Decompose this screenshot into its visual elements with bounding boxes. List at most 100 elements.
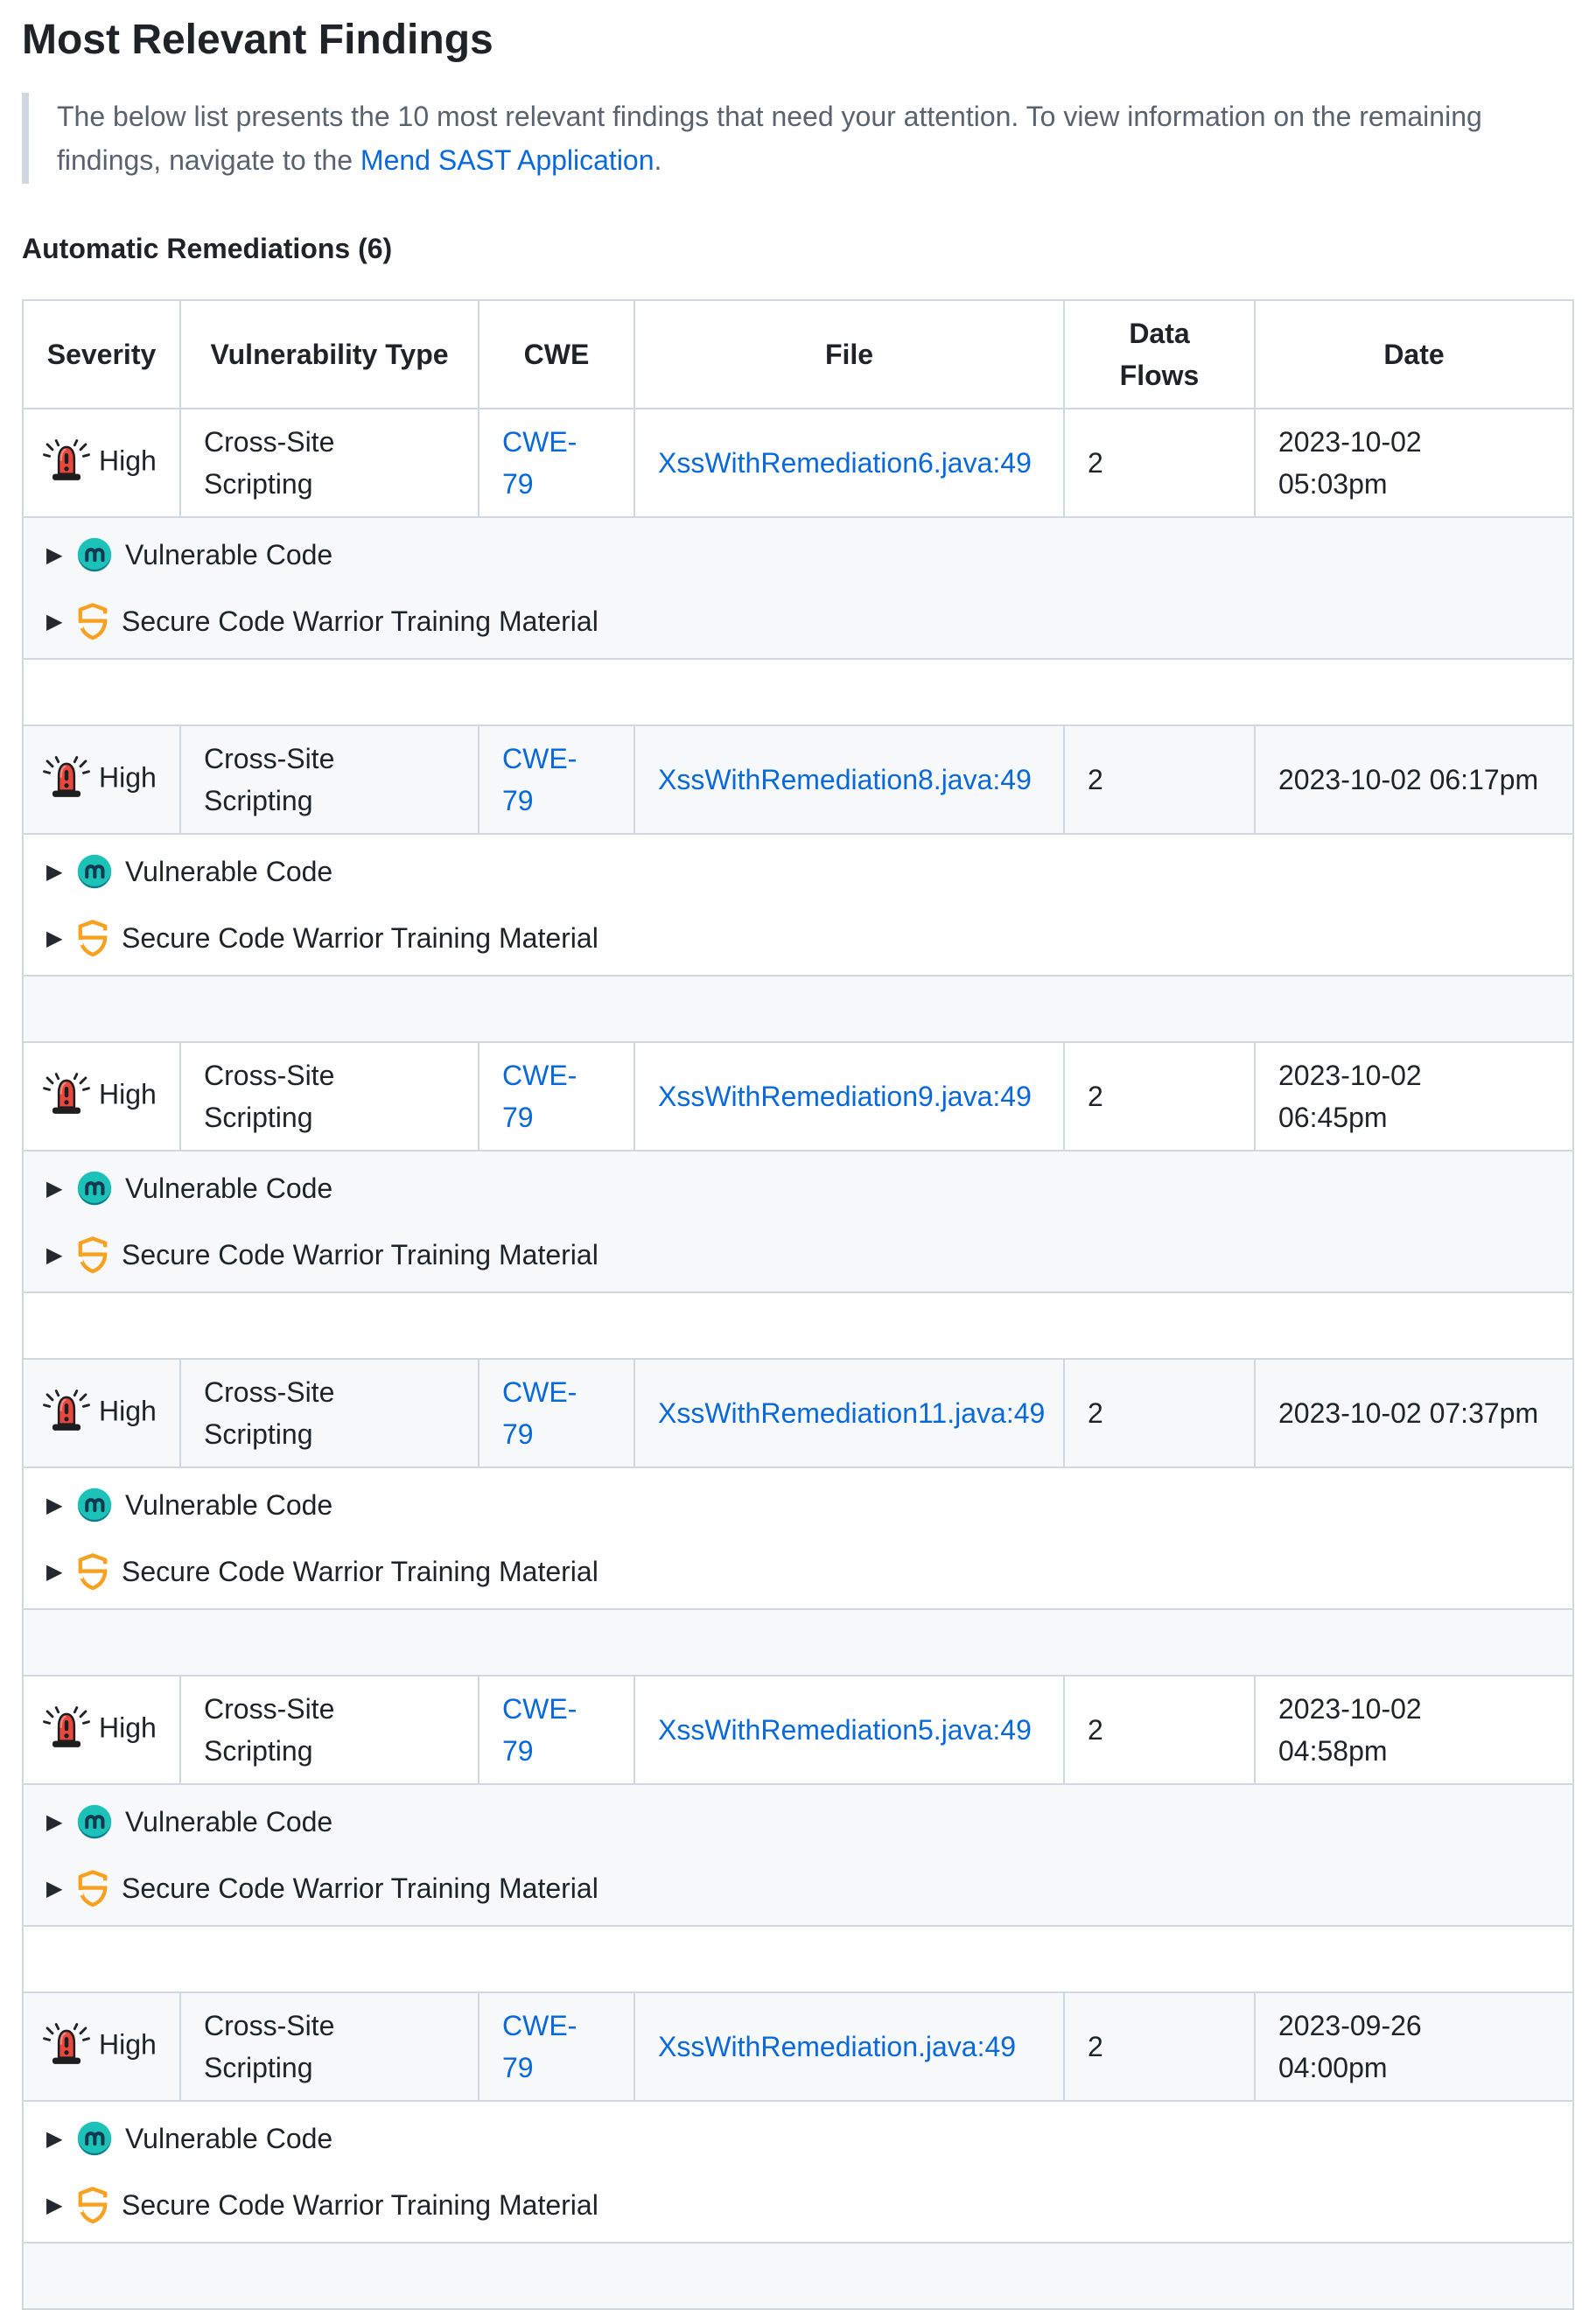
section-heading: Automatic Remediations (6) [22,228,1574,270]
scw-training-details[interactable]: ▶ Secure Code Warrior Training Material [46,2180,1550,2230]
vulnerable-code-label: Vulnerable Code [125,534,332,576]
disclosure-triangle-icon: ▶ [46,1234,76,1276]
cwe-link[interactable]: CWE- 79 [502,426,577,500]
file-link[interactable]: XssWithRemediation5.java:49 [658,1714,1032,1746]
column-header-file: File [634,300,1064,409]
finding-row: High Cross-Site Scripting CWE- 79 XssWit… [23,1042,1573,1151]
severity-cell: High [23,1676,180,1784]
scw-training-label: Secure Code Warrior Training Material [122,2184,598,2226]
vulnerable-code-details[interactable]: ▶Vulnerable Code [46,530,1550,579]
finding-details-row: ▶Vulnerable Code ▶ Secure Code Warrior Tr… [23,1151,1573,1292]
scw-training-label: Secure Code Warrior Training Material [122,917,598,959]
scw-shield-icon [76,602,109,640]
vulnerable-code-details[interactable]: ▶Vulnerable Code [46,847,1550,896]
file-link[interactable]: XssWithRemediation.java:49 [658,2031,1016,2062]
cwe-cell: CWE- 79 [479,725,634,834]
scw-training-details[interactable]: ▶ Secure Code Warrior Training Material [46,1230,1550,1279]
finding-details-row: ▶Vulnerable Code ▶Secure Code Warrior Tr… [23,1784,1573,1926]
scw-shield-icon [76,1869,109,1908]
disclosure-triangle-icon: ▶ [46,2184,76,2226]
vulnerable-code-label: Vulnerable Code [125,1167,332,1209]
date-cell: 2023-10-02 05:03pm [1255,409,1573,517]
mend-logo-icon [76,1803,113,1840]
note-text-after: . [654,144,662,176]
vulnerable-code-details[interactable]: ▶Vulnerable Code [46,1164,1550,1213]
high-severity-icon [43,756,90,803]
disclosure-triangle-icon: ▶ [46,1550,76,1592]
vulnerable-code-label: Vulnerable Code [125,1801,332,1843]
high-severity-icon [43,1706,90,1754]
severity-label: High [99,761,157,793]
scw-training-details[interactable]: ▶Secure Code Warrior Training Material [46,1547,1550,1596]
vulnerable-code-details[interactable]: ▶ Vulnerable Code [46,2114,1550,2163]
severity-cell: High [23,725,180,834]
disclosure-triangle-icon: ▶ [46,2118,76,2160]
finding-row: High Cross-Site Scripting CWE- 79 XssWit… [23,725,1573,834]
severity-label: High [99,1395,157,1426]
vulnerable-code-details[interactable]: ▶ Vulnerable Code [46,1480,1550,1530]
data-flows-cell: 2 [1064,1042,1255,1151]
high-severity-icon [43,1390,90,1437]
spacer-row [23,1926,1573,1992]
column-header-type: Vulnerability Type [180,300,479,409]
finding-details-row: ▶Vulnerable Code ▶ Secure Code Warrior Tr… [23,834,1573,976]
finding-row: High Cross-Site Scripting CWE- 79 XssWit… [23,1992,1573,2101]
column-header-data-flows: Data Flows [1064,300,1255,409]
file-link[interactable]: XssWithRemediation8.java:49 [658,764,1032,795]
scw-training-details[interactable]: ▶ Secure Code Warrior Training Material [46,914,1550,962]
table-header-row: Severity Vulnerability Type CWE File Dat… [23,300,1573,409]
column-header-cwe: CWE [479,300,634,409]
file-cell: XssWithRemediation9.java:49 [634,1042,1064,1151]
vulnerability-type-cell: Cross-Site Scripting [180,1992,479,2101]
date-cell: 2023-10-02 06:45pm [1255,1042,1573,1151]
disclosure-triangle-icon: ▶ [46,850,76,892]
vulnerable-code-label: Vulnerable Code [125,1484,332,1526]
scw-training-details[interactable]: ▶Secure Code Warrior Training Material [46,597,1550,646]
mend-logo-icon [76,1170,113,1207]
scw-shield-icon [76,919,109,957]
cwe-cell: CWE- 79 [479,1042,634,1151]
disclosure-triangle-icon: ▶ [46,1484,76,1526]
vulnerable-code-label: Vulnerable Code [125,2118,332,2160]
file-link[interactable]: XssWithRemediation9.java:49 [658,1081,1032,1112]
file-cell: XssWithRemediation.java:49 [634,1992,1064,2101]
mend-logo-icon [76,853,113,890]
spacer-row [23,2243,1573,2309]
file-link[interactable]: XssWithRemediation6.java:49 [658,447,1032,479]
severity-label: High [99,1078,157,1110]
vulnerability-type-cell: Cross-Site Scripting [180,1042,479,1151]
data-flows-cell: 2 [1064,1676,1255,1784]
data-flows-cell: 2 [1064,725,1255,834]
findings-table: Severity Vulnerability Type CWE File Dat… [22,299,1574,2310]
mend-logo-icon [76,1487,113,1523]
high-severity-icon [43,439,90,486]
file-link[interactable]: XssWithRemediation11.java:49 [658,1397,1045,1429]
scw-shield-icon [76,1552,109,1591]
cwe-link[interactable]: CWE- 79 [502,1376,577,1450]
vulnerability-type-cell: Cross-Site Scripting [180,409,479,517]
severity-cell: High [23,409,180,517]
disclosure-triangle-icon: ▶ [46,917,76,959]
file-cell: XssWithRemediation6.java:49 [634,409,1064,517]
mend-sast-link[interactable]: Mend SAST Application [360,144,654,176]
severity-label: High [99,444,157,476]
high-severity-icon [43,1073,90,1120]
cwe-cell: CWE- 79 [479,1676,634,1784]
column-header-date: Date [1255,300,1573,409]
finding-row: High Cross-Site Scripting CWE- 79 XssWit… [23,1359,1573,1467]
data-flows-cell: 2 [1064,1992,1255,2101]
cwe-link[interactable]: CWE- 79 [502,1693,577,1767]
finding-row: High Cross-Site Scripting CWE- 79 XssWit… [23,409,1573,517]
scw-training-label: Secure Code Warrior Training Material [122,1234,598,1276]
spacer-row [23,976,1573,1042]
vulnerable-code-details[interactable]: ▶Vulnerable Code [46,1797,1550,1846]
scw-training-details[interactable]: ▶Secure Code Warrior Training Material [46,1864,1550,1913]
cwe-link[interactable]: CWE- 79 [502,2010,577,2083]
cwe-link[interactable]: CWE- 79 [502,743,577,816]
note-text: The below list presents the 10 most rele… [57,101,1482,176]
cwe-cell: CWE- 79 [479,409,634,517]
finding-details-row: ▶ Vulnerable Code ▶Secure Code Warrior Tr… [23,1467,1573,1609]
cwe-cell: CWE- 79 [479,1992,634,2101]
date-cell: 2023-10-02 06:17pm [1255,725,1573,834]
cwe-link[interactable]: CWE- 79 [502,1060,577,1133]
